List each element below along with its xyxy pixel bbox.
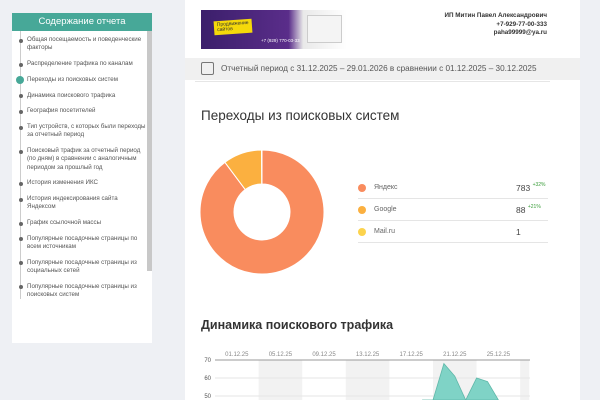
chart-band	[520, 360, 530, 400]
contents-item[interactable]: Популярные посадочные страницы по всем и…	[18, 235, 146, 251]
x-tick-label: 01.12.25	[225, 352, 249, 358]
contacts: ИП Митин Павел Александрович +7-929-77-0…	[445, 12, 548, 38]
y-tick-label: 50	[204, 394, 211, 400]
contents-item[interactable]: История изменения ИКС	[18, 179, 146, 187]
legend-value: 783	[516, 183, 531, 193]
contents-item[interactable]: Тип устройств, с которых были переходы з…	[18, 123, 146, 139]
dynamics-title: Динамика поискового трафика	[201, 318, 394, 332]
legend-dot	[358, 184, 366, 192]
banner-tag: Продвижение сайтов	[213, 18, 253, 36]
banner-phone: +7 (929) 770-03-33	[261, 38, 300, 43]
legend-label: Google	[374, 206, 397, 213]
legend-value: 88	[516, 205, 526, 215]
x-tick-label: 25.12.25	[487, 352, 511, 358]
legend-change: +21%	[527, 204, 541, 210]
legend-change: +32%	[532, 182, 546, 188]
y-tick-label: 70	[204, 358, 211, 364]
contents-item[interactable]: История индексирования сайта Яндексом	[18, 195, 146, 211]
legend-row: Mail.ru 1	[358, 221, 548, 243]
report-contents-panel: Содержание отчета Общая посещаемость и п…	[12, 13, 152, 343]
contents-list: Общая посещаемость и поведенческие факто…	[12, 31, 152, 300]
search-legend: Яндекс 783 +32% Google 88 +21% Mail.ru 1	[358, 177, 548, 243]
chart-band	[258, 360, 303, 400]
contents-item[interactable]: Динамика поискового трафика	[18, 92, 146, 100]
x-tick-label: 21.12.25	[443, 352, 467, 358]
contents-item[interactable]: График ссылочной массы	[18, 219, 146, 227]
banner-image[interactable]: Продвижение сайтов +7 (929) 770-03-33	[201, 10, 347, 49]
contact-email: paha99999@ya.ru	[493, 29, 547, 37]
legend-label: Mail.ru	[374, 228, 396, 235]
legend-dot	[358, 206, 366, 214]
chart-band	[345, 360, 390, 400]
donut-chart	[199, 149, 325, 275]
divider	[195, 81, 550, 82]
contents-item[interactable]: Переходы из поисковых систем	[16, 75, 146, 84]
contact-name: ИП Митин Павел Александрович	[444, 12, 548, 19]
legend-row: Яндекс 783 +32%	[358, 177, 548, 199]
report-period-bar: Отчетный период с 31.12.2025 – 29.01.202…	[185, 58, 580, 80]
traffic-chart: 01.12.25 05.12.25 09.12.25 13.12.25 17.12.25…	[204, 352, 530, 400]
legend-value: 1	[516, 227, 521, 237]
contents-item[interactable]: Популярные посадочные страницы из социал…	[18, 259, 146, 275]
calendar-icon	[201, 62, 214, 75]
contents-item[interactable]: Общая посещаемость и поведенческие факто…	[18, 36, 146, 52]
tablet-image	[307, 15, 342, 43]
x-tick-label: 13.12.25	[356, 352, 380, 358]
x-tick-label: 09.12.25	[312, 352, 336, 358]
contents-item[interactable]: Поисковый трафик за отчетный период (по …	[18, 147, 146, 172]
contents-item[interactable]: Популярные посадочные страницы из поиско…	[18, 283, 146, 299]
legend-dot	[358, 228, 366, 236]
search-section-title: Переходы из поисковых систем	[201, 108, 400, 123]
sidebar-scrollbar[interactable]	[147, 31, 152, 271]
x-tick-label: 05.12.25	[269, 352, 293, 358]
contents-title: Содержание отчета	[12, 13, 152, 31]
legend-label: Яндекс	[374, 184, 398, 191]
y-tick-label: 60	[204, 376, 211, 382]
legend-row: Google 88 +21%	[358, 199, 548, 221]
report-card: Продвижение сайтов +7 (929) 770-03-33 ИП…	[185, 0, 580, 400]
contents-item[interactable]: Распределение трафика по каналам	[18, 60, 146, 68]
x-tick-label: 17.12.25	[400, 352, 424, 358]
report-period: Отчетный период с 31.12.2025 – 29.01.202…	[221, 64, 537, 73]
contact-phone: +7-929-77-00-333	[496, 20, 547, 28]
contents-item[interactable]: География посетителей	[18, 107, 146, 115]
